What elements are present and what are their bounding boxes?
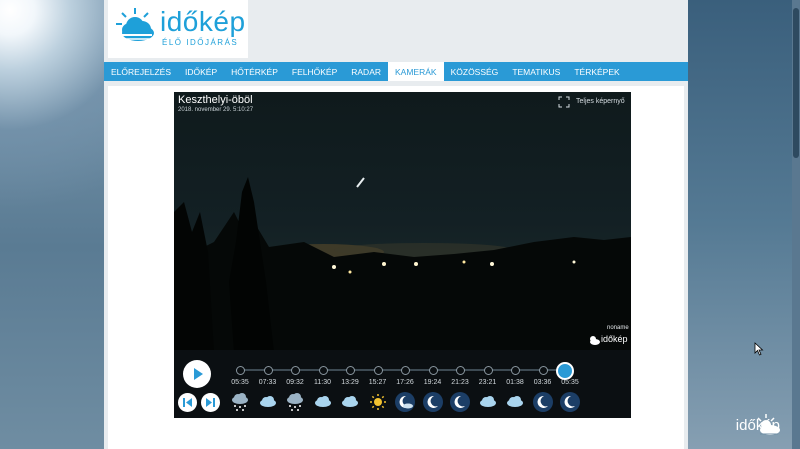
- timeline-time-label: 07:33: [258, 379, 277, 386]
- cloud-icon[interactable]: [257, 391, 279, 418]
- timeline-time-label: 11:30: [314, 379, 331, 386]
- timeline-time-label: 17:26: [396, 379, 414, 386]
- scrollbar[interactable]: [792, 0, 800, 449]
- content-area: Keszthelyi-öböl 2018. november 29. 5:10:…: [108, 86, 684, 449]
- nav-item-elorejelzes[interactable]: ELŐREJELZÉS: [104, 62, 178, 81]
- cloud-icon[interactable]: [504, 391, 526, 418]
- snow-cloud-icon[interactable]: [284, 391, 306, 418]
- timeline-thumb[interactable]: [556, 362, 574, 380]
- previous-button[interactable]: [178, 393, 197, 412]
- timeline-time-label: 23:21: [478, 379, 497, 386]
- timeline-time-label: 05:35: [561, 379, 579, 386]
- logo-sun-cloud-icon: [116, 8, 154, 41]
- timeline-tick[interactable]: [236, 366, 245, 375]
- cloud-icon[interactable]: [477, 391, 499, 418]
- main-nav: ELŐREJELZÉS IDŐKÉP HŐTÉRKÉP FELHŐKÉP RAD…: [104, 62, 688, 81]
- timeline-tick[interactable]: [538, 366, 548, 375]
- nav-item-felhokep[interactable]: FELHŐKÉP: [285, 62, 344, 81]
- timeline-tick[interactable]: [346, 366, 355, 375]
- night-cloud-icon[interactable]: [394, 391, 416, 418]
- moon-icon[interactable]: [559, 391, 581, 418]
- skip-forward-icon: [206, 398, 215, 407]
- sun-icon[interactable]: [367, 391, 389, 418]
- webcam-player: Keszthelyi-öböl 2018. november 29. 5:10:…: [174, 92, 631, 418]
- camera-title: Keszthelyi-öböl: [178, 94, 253, 106]
- timeline-tick[interactable]: [483, 366, 493, 375]
- moon-icon[interactable]: [449, 391, 471, 418]
- cloud-icon[interactable]: [339, 391, 361, 418]
- camera-overlay-logo-icon: [590, 336, 600, 345]
- next-button[interactable]: [201, 393, 220, 412]
- timeline-tick[interactable]: [373, 366, 383, 375]
- mouse-cursor-icon: [754, 342, 764, 356]
- timeline-time-label: 19:24: [423, 379, 442, 386]
- moon-icon[interactable]: [532, 391, 554, 418]
- skip-back-icon: [183, 398, 192, 407]
- snow-cloud-icon[interactable]: [229, 391, 251, 418]
- camera-credit: noname: [607, 325, 629, 331]
- nav-item-kozosseg[interactable]: KÖZÖSSÉG: [444, 62, 506, 81]
- timeline-time-label: 03:36: [533, 379, 552, 386]
- logo-subtitle: ÉLŐ IDŐJÁRÁS: [162, 38, 239, 47]
- nav-item-idokep[interactable]: IDŐKÉP: [178, 62, 224, 81]
- timeline-tick[interactable]: [318, 366, 328, 375]
- camera-overlay-logo-text: időkép: [601, 334, 628, 344]
- player-controls: 05:35 07:33 09:32 11:30 13:29 15:27 17:26 19:24…: [174, 350, 631, 418]
- timeline-time-label: 09:32: [286, 379, 304, 386]
- timeline-tick[interactable]: [401, 366, 410, 375]
- nav-item-kamerak[interactable]: KAMERÁK: [388, 62, 444, 81]
- timeline-tick[interactable]: [291, 366, 300, 375]
- nav-item-hoterkep[interactable]: HŐTÉRKÉP: [224, 62, 285, 81]
- nav-item-tematikus[interactable]: TEMATIKUS: [505, 62, 567, 81]
- camera-datetime: 2018. november 29. 5:10:27: [178, 107, 254, 113]
- watermark-text: időkép: [735, 417, 780, 434]
- webcam-scene: [174, 177, 631, 352]
- logo-text: időkép: [160, 6, 246, 37]
- timeline-tick[interactable]: [428, 366, 438, 375]
- timeline-tick[interactable]: [511, 366, 520, 375]
- page-container: időkép ÉLŐ IDŐJÁRÁS ELŐREJELZÉS IDŐKÉP H…: [104, 0, 688, 449]
- background-right: [688, 0, 800, 449]
- webcam-image: [174, 92, 631, 352]
- site-logo[interactable]: időkép ÉLŐ IDŐJÁRÁS: [108, 0, 248, 58]
- timeline-time-label: 13:29: [341, 379, 359, 386]
- timeline-time-label: 21:23: [451, 379, 469, 386]
- nav-item-terkepek[interactable]: TÉRKÉPEK: [567, 62, 626, 81]
- timeline-time-label: 01:38: [506, 379, 524, 386]
- timeline-time-label: 15:27: [368, 379, 387, 386]
- fullscreen-label[interactable]: Teljes képernyő: [576, 98, 625, 105]
- cloud-icon[interactable]: [312, 391, 334, 418]
- background-left: [0, 0, 104, 449]
- scrollbar-thumb[interactable]: [793, 8, 799, 158]
- nav-item-radar[interactable]: RADAR: [344, 62, 388, 81]
- timeline-time-label: 05:35: [231, 379, 249, 386]
- timeline-tick[interactable]: [456, 366, 465, 375]
- timeline-tick[interactable]: [263, 366, 273, 375]
- play-icon: [194, 368, 203, 380]
- moon-icon[interactable]: [422, 391, 444, 418]
- play-button[interactable]: [183, 360, 211, 388]
- fullscreen-icon[interactable]: [558, 96, 570, 108]
